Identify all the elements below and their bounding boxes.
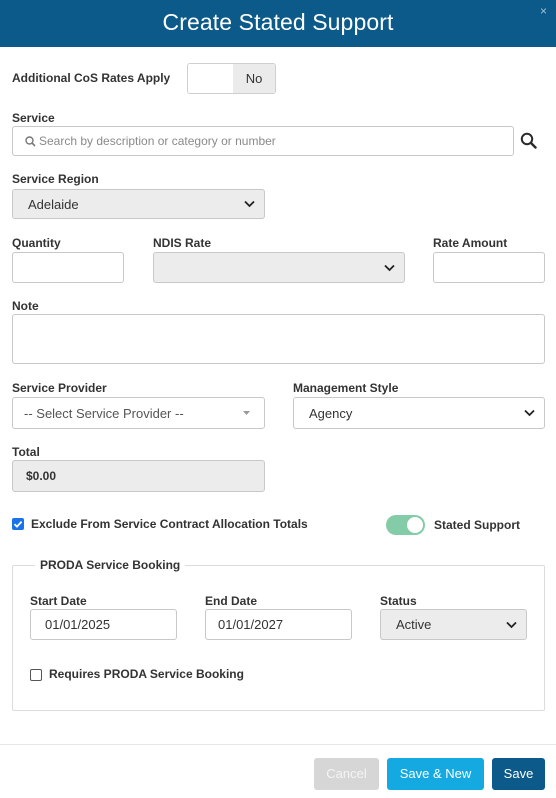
- cos-rates-label: Additional CoS Rates Apply: [12, 71, 171, 85]
- quantity-label: Quantity: [12, 236, 61, 250]
- chevron-down-icon: [384, 264, 395, 271]
- start-date-input[interactable]: 01/01/2025: [30, 609, 177, 640]
- service-label: Service: [12, 111, 55, 125]
- start-date-value: 01/01/2025: [45, 617, 111, 632]
- cos-rates-toggle[interactable]: No: [187, 63, 276, 94]
- rate-amount-label: Rate Amount: [433, 236, 508, 250]
- service-provider-placeholder: -- Select Service Provider --: [24, 405, 184, 421]
- stated-support-toggle[interactable]: [386, 515, 425, 535]
- service-region-value: Adelaide: [28, 196, 79, 212]
- note-label: Note: [12, 299, 39, 313]
- requires-proda-checkbox[interactable]: [30, 669, 42, 681]
- status-select[interactable]: Active: [380, 609, 527, 640]
- management-style-select[interactable]: Agency: [293, 397, 545, 429]
- check-icon: [13, 520, 23, 528]
- close-icon[interactable]: ×: [540, 5, 547, 17]
- service-search-input[interactable]: Search by description or category or num…: [12, 126, 514, 156]
- chevron-down-icon: [244, 200, 255, 208]
- footer-divider: [0, 744, 556, 745]
- end-date-value: 01/01/2027: [218, 617, 284, 632]
- total-field: $0.00: [12, 460, 265, 492]
- service-provider-label: Service Provider: [12, 381, 107, 395]
- dialog-title: Create Stated Support: [162, 9, 394, 35]
- end-date-label: End Date: [205, 594, 258, 608]
- service-region-label: Service Region: [12, 172, 99, 186]
- dialog-header: Create Stated Support ×: [0, 0, 556, 47]
- cancel-button[interactable]: Cancel: [314, 758, 379, 790]
- cos-rates-toggle-off-segment[interactable]: [188, 64, 233, 93]
- search-icon: [25, 136, 36, 147]
- search-icon[interactable]: [520, 132, 537, 149]
- ndis-rate-label: NDIS Rate: [153, 236, 212, 250]
- chevron-down-icon: [506, 621, 517, 628]
- save-and-new-button[interactable]: Save & New: [387, 758, 484, 790]
- cos-rates-toggle-value[interactable]: No: [233, 64, 275, 93]
- ndis-rate-select[interactable]: [153, 252, 405, 283]
- quantity-input[interactable]: [12, 252, 124, 283]
- end-date-input[interactable]: 01/01/2027: [205, 609, 352, 640]
- management-style-label: Management Style: [293, 381, 399, 395]
- status-value: Active: [396, 617, 432, 632]
- requires-proda-label: Requires PRODA Service Booking: [49, 667, 244, 681]
- caret-down-icon: [243, 411, 250, 415]
- start-date-label: Start Date: [30, 594, 87, 608]
- service-provider-select[interactable]: -- Select Service Provider --: [12, 397, 265, 429]
- rate-amount-input[interactable]: [433, 252, 545, 283]
- chevron-down-icon: [524, 409, 535, 417]
- toggle-knob: [407, 517, 423, 533]
- total-value: $0.00: [26, 469, 57, 483]
- exclude-allocation-checkbox[interactable]: [12, 518, 24, 530]
- service-search-placeholder: Search by description or category or num…: [39, 134, 276, 148]
- note-textarea[interactable]: [12, 314, 545, 364]
- stated-support-label: Stated Support: [434, 518, 520, 532]
- save-button[interactable]: Save: [492, 758, 545, 790]
- service-region-select[interactable]: Adelaide: [12, 189, 265, 219]
- status-label: Status: [380, 594, 417, 608]
- proda-legend: PRODA Service Booking: [35, 558, 186, 572]
- management-style-value: Agency: [309, 405, 353, 421]
- total-label: Total: [12, 445, 40, 459]
- exclude-allocation-label: Exclude From Service Contract Allocation…: [31, 517, 308, 531]
